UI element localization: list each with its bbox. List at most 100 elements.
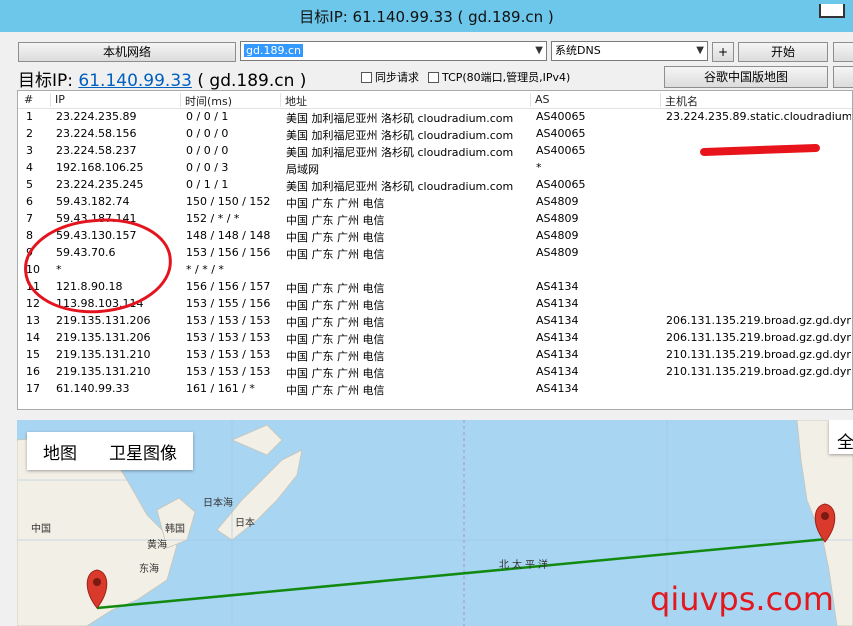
origin-marker-dot	[93, 578, 101, 586]
cell-time: 153 / 153 / 153	[186, 365, 271, 378]
cell-address: 美国 加利福尼亚州 洛杉矶 cloudradium.com	[286, 112, 514, 125]
cell-index: 7	[26, 212, 33, 225]
fullscreen-button[interactable]: 全	[829, 420, 853, 454]
cell-as: AS4134	[536, 297, 579, 310]
cell-index: 14	[26, 331, 40, 344]
cell-time: 0 / 0 / 0	[186, 127, 229, 140]
table-header: # IP 时间(ms) 地址 AS 主机名	[18, 91, 852, 109]
cell-time: 148 / 148 / 148	[186, 229, 271, 242]
cell-as: AS40065	[536, 110, 586, 123]
extra-button[interactable]	[833, 42, 853, 62]
cell-as: AS4809	[536, 229, 579, 242]
cell-index: 4	[26, 161, 33, 174]
cell-time: 156 / 156 / 157	[186, 280, 271, 293]
local-network-button[interactable]: 本机网络	[18, 42, 236, 62]
cell-time: 152 / * / *	[186, 212, 240, 225]
cell-address: 美国 加利福尼亚州 洛杉矶 cloudradium.com	[286, 180, 514, 193]
chevron-down-icon[interactable]: ▼	[696, 42, 704, 60]
table-row[interactable]: 13 219.135.131.206 153 / 153 / 153 中国 广东 广州…	[18, 313, 852, 330]
watermark-text: qiuvps.com	[650, 580, 834, 618]
cell-index: 13	[26, 314, 40, 327]
tcp-label: TCP(80端口,管理员,IPv4)	[442, 71, 571, 84]
cell-ip: 23.224.58.156	[56, 127, 137, 140]
add-button[interactable]: +	[712, 42, 734, 62]
cell-as: AS4134	[536, 382, 579, 395]
sync-checkbox[interactable]: 同步请求	[361, 69, 419, 85]
col-address[interactable]: 地址	[280, 93, 307, 108]
tab-map[interactable]: 地图	[27, 439, 93, 464]
google-map-button[interactable]: 谷歌中国版地图	[664, 66, 828, 88]
table-row[interactable]: 6 59.43.182.74 150 / 150 / 152 中国 广东 广州 电信 A…	[18, 194, 852, 211]
target-ip-link[interactable]: 61.140.99.33	[78, 71, 192, 91]
extra-button-2[interactable]	[833, 66, 853, 88]
cell-index: 16	[26, 365, 40, 378]
window-title: 目标IP: 61.140.99.33 ( gd.189.cn )	[299, 8, 554, 26]
host-input[interactable]: gd.189.cn ▼	[240, 41, 547, 61]
cell-hostname: 210.131.135.219.broad.gz.gd.dyna...	[666, 365, 851, 378]
cell-address: 中国 广东 广州 电信	[286, 282, 385, 295]
cell-address: 局域网	[286, 163, 319, 176]
cell-time: 0 / 1 / 1	[186, 178, 229, 191]
cell-address: 中国 广东 广州 电信	[286, 214, 385, 227]
cell-time: 161 / 161 / *	[186, 382, 255, 395]
target-prefix: 目标IP:	[18, 71, 79, 91]
table-row[interactable]: 16 219.135.131.210 153 / 153 / 153 中国 广东 广州…	[18, 364, 852, 381]
col-as[interactable]: AS	[530, 93, 550, 107]
cell-ip: 23.224.235.245	[56, 178, 144, 191]
cell-ip: 192.168.106.25	[56, 161, 144, 174]
cell-index: 6	[26, 195, 33, 208]
dns-value: 系统DNS	[555, 44, 601, 57]
table-row[interactable]: 17 61.140.99.33 161 / 161 / * 中国 广东 广州 电信 AS…	[18, 381, 852, 398]
checkbox-box[interactable]	[428, 71, 439, 83]
cell-as: AS40065	[536, 178, 586, 191]
cell-address: 中国 广东 广州 电信	[286, 299, 385, 312]
cell-ip: 219.135.131.206	[56, 331, 151, 344]
cell-as: AS4809	[536, 246, 579, 259]
col-time[interactable]: 时间(ms)	[180, 93, 232, 108]
cell-time: 153 / 153 / 153	[186, 314, 271, 327]
label-japan: 日本	[235, 518, 255, 529]
cell-index: 17	[26, 382, 40, 395]
table-row[interactable]: 1 23.224.235.89 0 / 0 / 1 美国 加利福尼亚州 洛杉矶 clo…	[18, 109, 852, 126]
cell-ip: 219.135.131.210	[56, 365, 151, 378]
cell-address: 中国 广东 广州 电信	[286, 197, 385, 210]
map-type-switcher[interactable]: 地图 卫星图像	[27, 432, 193, 470]
chevron-down-icon[interactable]: ▼	[535, 42, 543, 60]
start-button[interactable]: 开始	[738, 42, 828, 62]
cell-time: 0 / 0 / 0	[186, 144, 229, 157]
label-east-sea: 东海	[139, 564, 159, 575]
cell-ip: 23.224.235.89	[56, 110, 137, 123]
sync-label: 同步请求	[375, 71, 419, 84]
minimize-button[interactable]	[819, 4, 845, 18]
cell-as: AS4134	[536, 280, 579, 293]
cell-address: 中国 广东 广州 电信	[286, 350, 385, 363]
cell-ip: 23.224.58.237	[56, 144, 137, 157]
cell-time: 150 / 150 / 152	[186, 195, 271, 208]
col-index[interactable]: #	[20, 93, 33, 107]
cell-as: AS4809	[536, 212, 579, 225]
table-row[interactable]: 4 192.168.106.25 0 / 0 / 3 局域网 *	[18, 160, 852, 177]
cell-hostname: 206.131.135.219.broad.gz.gd.dyna...	[666, 314, 851, 327]
cell-index: 3	[26, 144, 33, 157]
cell-hostname: 206.131.135.219.broad.gz.gd.dyna...	[666, 331, 851, 344]
label-korea: 韩国	[165, 524, 185, 535]
cell-index: 2	[26, 127, 33, 140]
table-row[interactable]: 14 219.135.131.206 153 / 153 / 153 中国 广东 广州…	[18, 330, 852, 347]
checkbox-box[interactable]	[361, 71, 372, 83]
tab-satellite[interactable]: 卫星图像	[93, 439, 193, 464]
tcp-checkbox[interactable]: TCP(80端口,管理员,IPv4)	[428, 69, 570, 85]
cell-address: 美国 加利福尼亚州 洛杉矶 cloudradium.com	[286, 146, 514, 159]
cell-address: 中国 广东 广州 电信	[286, 367, 385, 380]
col-ip[interactable]: IP	[50, 93, 65, 107]
cell-as: AS4134	[536, 365, 579, 378]
table-row[interactable]: 15 219.135.131.210 153 / 153 / 153 中国 广东 广州…	[18, 347, 852, 364]
cell-ip: 219.135.131.210	[56, 348, 151, 361]
cell-time: 153 / 153 / 153	[186, 348, 271, 361]
title-bar: 目标IP: 61.140.99.33 ( gd.189.cn )	[0, 0, 853, 32]
cell-as: AS40065	[536, 144, 586, 157]
col-hostname[interactable]: 主机名	[660, 93, 698, 108]
table-row[interactable]: 2 23.224.58.156 0 / 0 / 0 美国 加利福尼亚州 洛杉矶 clo…	[18, 126, 852, 143]
destination-marker-dot	[821, 512, 829, 520]
dns-select[interactable]: 系统DNS ▼	[551, 41, 708, 61]
table-row[interactable]: 5 23.224.235.245 0 / 1 / 1 美国 加利福尼亚州 洛杉矶 cl…	[18, 177, 852, 194]
